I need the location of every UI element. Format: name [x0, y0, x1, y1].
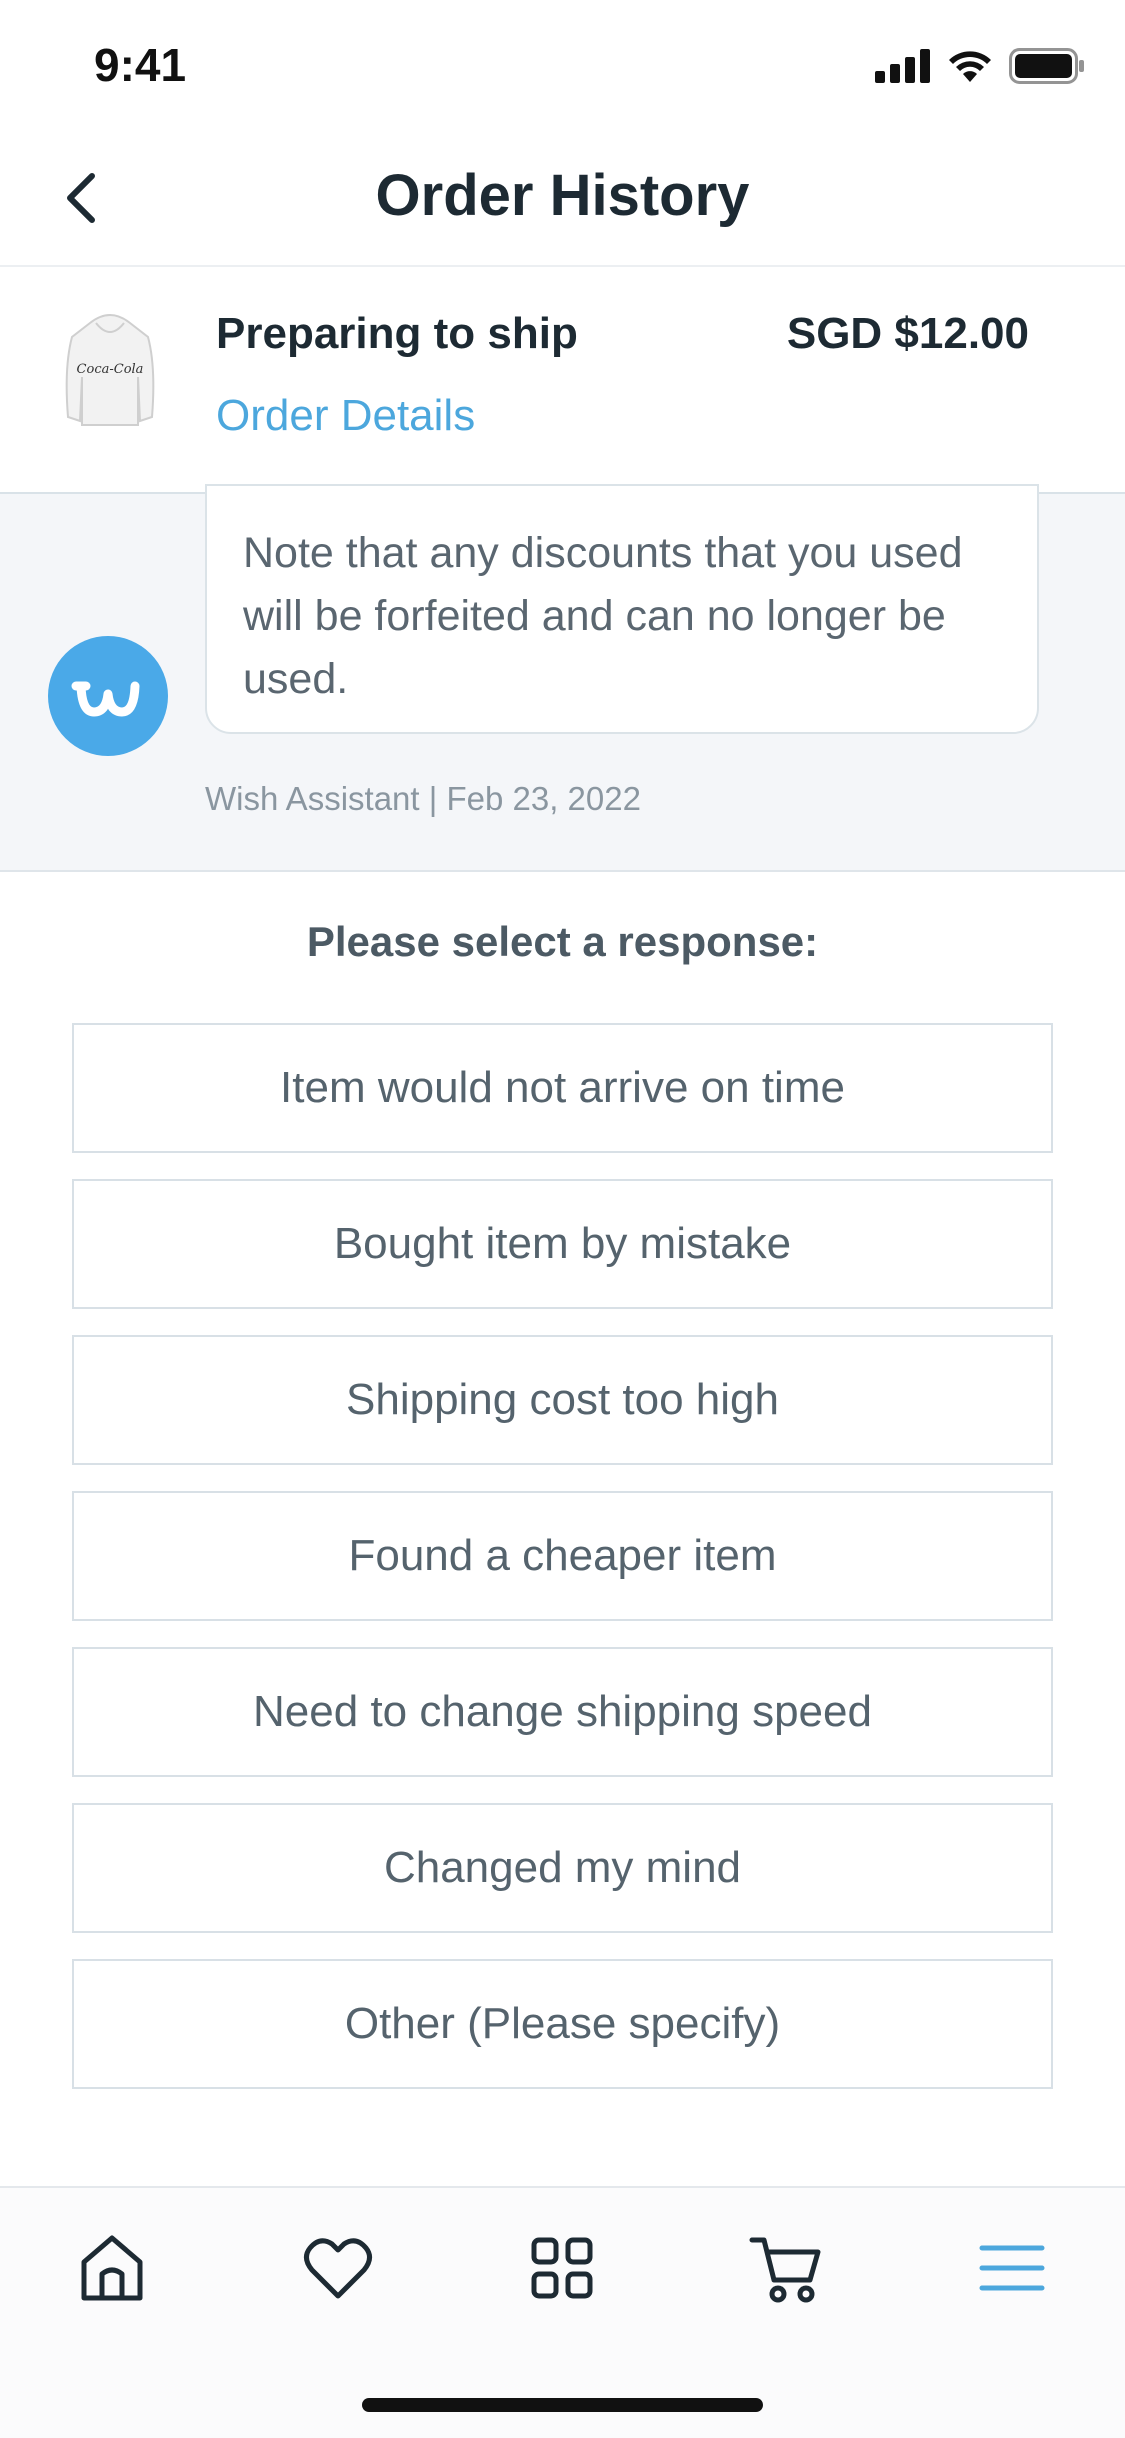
- product-thumbnail[interactable]: Coca-Cola: [60, 307, 160, 437]
- order-price: SGD $12.00: [786, 309, 1029, 358]
- assistant-message-bubble: Note that any discounts that you used wi…: [205, 484, 1039, 734]
- status-icons: [875, 48, 1085, 84]
- order-summary-card: Coca-Cola Preparing to ship SGD $12.00 O…: [0, 267, 1125, 495]
- cart-icon: [749, 2237, 821, 2303]
- page-title: Order History: [375, 163, 750, 228]
- grid-icon: [531, 2237, 593, 2299]
- wish-assistant-avatar: [48, 636, 168, 756]
- message-meta: Wish Assistant | Feb 23, 2022: [205, 780, 641, 817]
- response-option-cheaper-item[interactable]: Found a cheaper item: [72, 1491, 1053, 1621]
- tab-wishlist[interactable]: [298, 2228, 378, 2308]
- status-bar: 9:41: [0, 0, 1125, 140]
- response-option-not-on-time[interactable]: Item would not arrive on time: [72, 1023, 1053, 1153]
- hoodie-image: Coca-Cola: [65, 314, 155, 426]
- response-option-other[interactable]: Other (Please specify): [72, 1959, 1053, 2089]
- tab-menu[interactable]: [972, 2228, 1052, 2308]
- response-option-shipping-cost[interactable]: Shipping cost too high: [72, 1335, 1053, 1465]
- cellular-signal-icon: [875, 49, 930, 83]
- order-details-link[interactable]: Order Details: [216, 391, 475, 441]
- response-prompt: Please select a response:: [306, 918, 819, 965]
- navigation-header: Order History: [0, 140, 1125, 267]
- heart-icon: [304, 2238, 372, 2299]
- order-status: Preparing to ship: [216, 309, 578, 358]
- wifi-icon: [949, 51, 991, 82]
- product-logo-text: Coca-Cola: [77, 362, 144, 377]
- home-indicator: [362, 2398, 763, 2412]
- response-option-shipping-speed[interactable]: Need to change shipping speed: [72, 1647, 1053, 1777]
- tab-cart[interactable]: [746, 2228, 826, 2308]
- home-icon: [81, 2235, 143, 2301]
- wish-logo-icon: [71, 681, 140, 717]
- chat-thread: Note that any discounts that you used wi…: [0, 484, 1125, 872]
- tab-home[interactable]: [72, 2228, 152, 2308]
- status-time: 9:41: [94, 39, 187, 91]
- response-options: Item would not arrive on time Bought ite…: [72, 1023, 1053, 2115]
- response-option-changed-mind[interactable]: Changed my mind: [72, 1803, 1053, 1933]
- menu-icon: [979, 2245, 1045, 2291]
- response-option-bought-by-mistake[interactable]: Bought item by mistake: [72, 1179, 1053, 1309]
- tab-categories[interactable]: [522, 2228, 602, 2308]
- battery-icon: [1009, 48, 1084, 84]
